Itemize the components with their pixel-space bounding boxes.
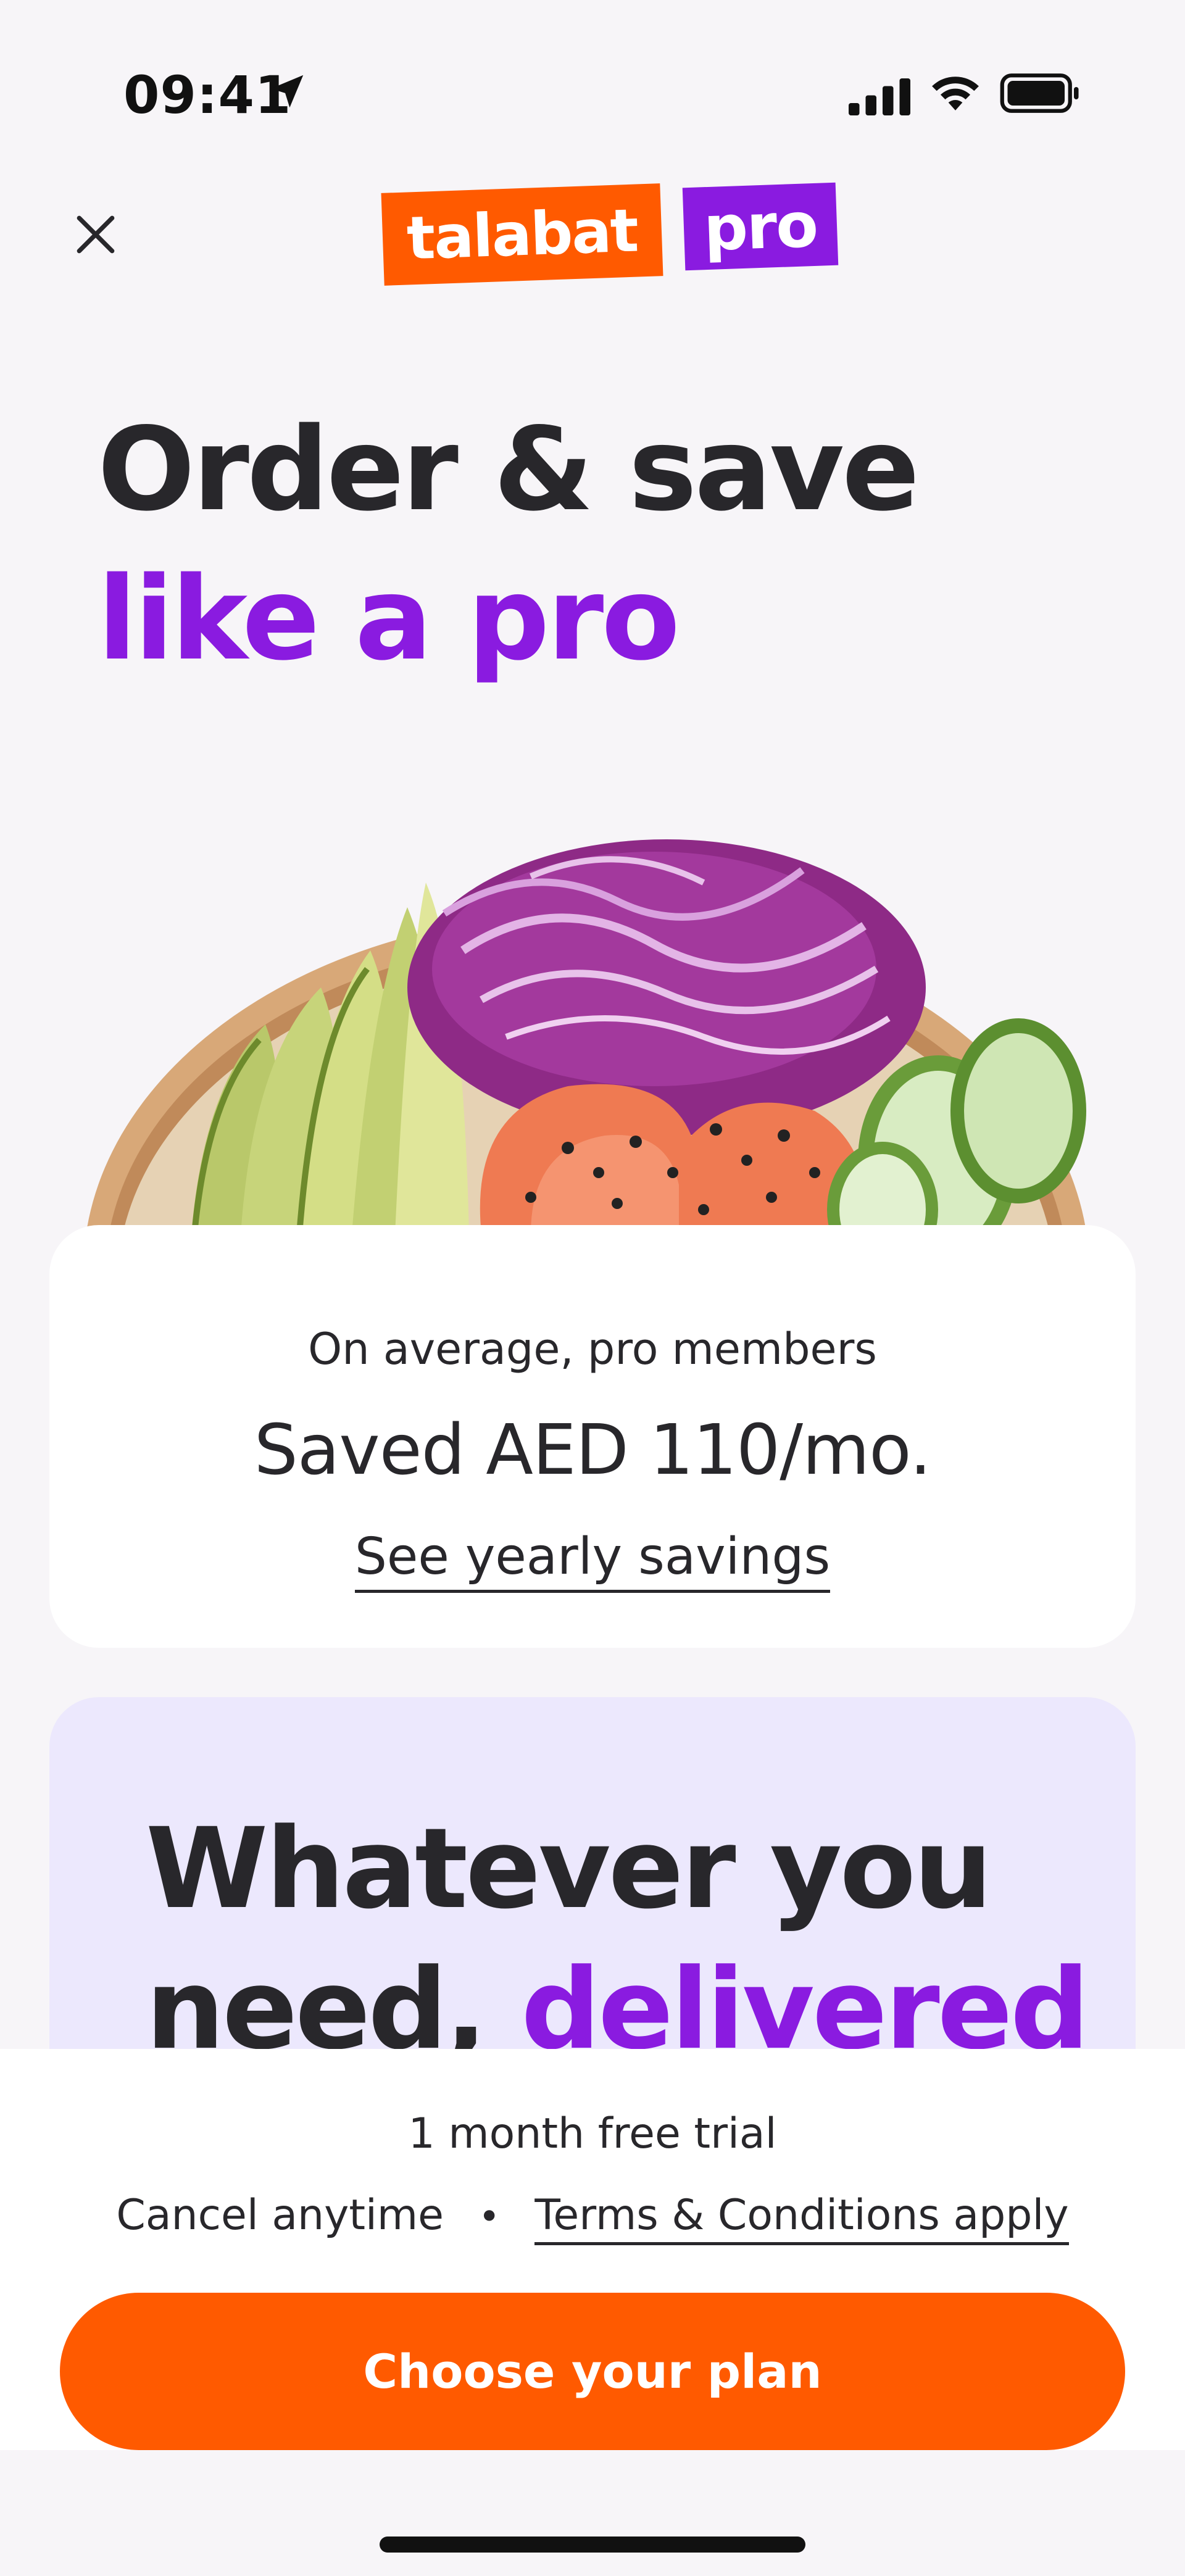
wifi-icon bbox=[932, 77, 979, 110]
poke-bowl-image bbox=[86, 839, 1087, 1234]
feature-title: Whatever you need, delivered bbox=[146, 1799, 1108, 2080]
close-button[interactable] bbox=[62, 197, 130, 272]
location-arrow-icon bbox=[270, 75, 304, 108]
logo-talabat-text: talabat bbox=[381, 183, 663, 286]
savings-caption: On average, pro members bbox=[308, 1324, 877, 1374]
terms-conditions-link[interactable]: Terms & Conditions apply bbox=[534, 2191, 1069, 2245]
cancel-anytime-text: Cancel anytime bbox=[116, 2191, 444, 2240]
see-yearly-savings-row: See yearly savings bbox=[49, 1527, 1136, 1593]
battery-icon bbox=[1000, 73, 1079, 113]
see-yearly-savings-link[interactable]: See yearly savings bbox=[354, 1527, 831, 1593]
subscription-screen: 09:41 talabat pro Order & save like a pr… bbox=[0, 0, 1185, 2576]
savings-card: On average, pro members Saved AED 110/mo… bbox=[49, 1225, 1136, 1648]
cancel-terms-row: Cancel anytime • Terms & Conditions apply bbox=[0, 2191, 1185, 2245]
close-icon bbox=[77, 215, 115, 254]
home-indicator bbox=[380, 2537, 805, 2553]
choose-plan-button[interactable]: Choose your plan bbox=[60, 2293, 1125, 2450]
red-cabbage bbox=[407, 839, 926, 1136]
talabat-pro-logo: talabat pro bbox=[381, 182, 839, 287]
logo-pro-text: pro bbox=[682, 182, 839, 271]
cellular-signal-icon bbox=[849, 78, 910, 115]
cta-panel: 1 month free trial Cancel anytime • Terms … bbox=[0, 2049, 1185, 2450]
hero-title: Order & save like a pro bbox=[98, 395, 1122, 694]
hero-title-accent: like a pro bbox=[98, 552, 680, 686]
status-bar: 09:41 bbox=[0, 0, 1185, 185]
separator-dot: • bbox=[478, 2195, 501, 2238]
free-trial-text: 1 month free trial bbox=[408, 2109, 777, 2158]
hero-title-plain: Order & save bbox=[98, 402, 920, 536]
savings-amount: Saved AED 110/mo. bbox=[254, 1410, 932, 1490]
